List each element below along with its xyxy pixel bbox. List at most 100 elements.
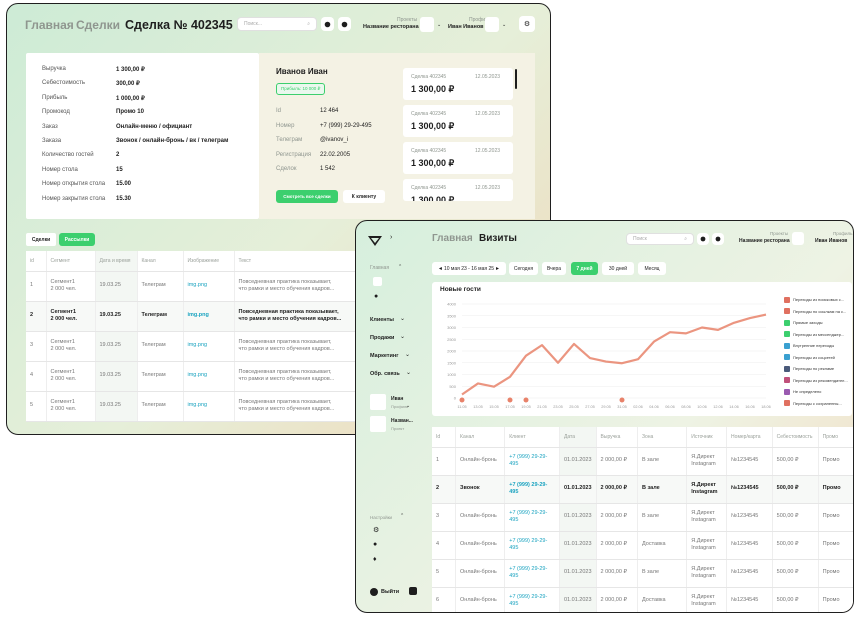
deal-card[interactable]: Сделка 402345 12.05.2023 1 300,00 ₽: [403, 142, 513, 174]
sidebar-item-feedback[interactable]: Обр. связь: [370, 371, 400, 377]
legend-checkbox[interactable]: [784, 296, 790, 303]
cell-client[interactable]: +7 (999) 29-29-495: [504, 531, 560, 560]
col-header[interactable]: Номер/карта: [726, 427, 773, 448]
chat-icon[interactable]: ●: [373, 541, 377, 548]
col-header[interactable]: id: [26, 251, 47, 272]
exit-button[interactable]: Выйти: [381, 589, 399, 595]
legend-checkbox[interactable]: [784, 388, 790, 395]
legend-item[interactable]: Переходы по рекламе: [784, 363, 853, 375]
sidebar-item-clients[interactable]: Клиенты: [370, 317, 394, 323]
profile-name[interactable]: Иван Иванов: [815, 238, 847, 244]
nav-home[interactable]: Главная: [432, 233, 473, 244]
theme-icon[interactable]: [697, 233, 709, 245]
chevron-up-icon[interactable]: ⌃: [398, 264, 402, 270]
table-row[interactable]: 1 Онлайн-бронь +7 (999) 29-29-495 01.01.202…: [432, 447, 853, 476]
settings-label[interactable]: Настройки: [370, 515, 392, 520]
chevron-down-icon[interactable]: ⌄: [406, 403, 410, 409]
legend-item[interactable]: Внутренние переходы: [784, 340, 853, 352]
col-header[interactable]: Изображение: [183, 251, 235, 272]
table-row[interactable]: 5 Сегмент1 2 000 чел. 19.03.25 Телеграм img.p…: [26, 391, 386, 422]
sidebar-item-main[interactable]: Главная: [370, 265, 389, 271]
deal-card[interactable]: Сделка 402345 12.05.2023 1 300,00 ₽: [403, 179, 513, 201]
deal-card[interactable]: Сделка 402345 12.05.2023 1 300,00 ₽: [403, 105, 513, 137]
period-30days[interactable]: 30 дней: [602, 262, 634, 275]
chevron-down-icon[interactable]: ⌄: [437, 22, 441, 28]
chevron-down-icon[interactable]: ⌄: [406, 369, 411, 376]
table-row[interactable]: 2 Сегмент1 2 000 чел. 19.03.25 Телеграм img.p…: [26, 301, 386, 332]
cell-image-link[interactable]: img.png: [183, 301, 235, 332]
legend-item[interactable]: Не определено: [784, 386, 853, 398]
sidebar-item-marketing[interactable]: Маркетинг: [370, 353, 399, 359]
moon-icon[interactable]: [338, 17, 351, 31]
chevron-down-icon[interactable]: ⌄: [400, 315, 405, 322]
cell-image-link[interactable]: img.png: [183, 271, 235, 302]
table-row[interactable]: 6 Онлайн-бронь +7 (999) 29-29-495 01.01.202…: [432, 587, 853, 612]
col-header[interactable]: Сегмент: [46, 251, 96, 272]
search-icon[interactable]: ●: [374, 293, 378, 300]
period-today[interactable]: Сегодня: [509, 262, 538, 275]
chevron-down-icon[interactable]: ⌄: [400, 333, 405, 340]
chevron-up-icon[interactable]: ⌃: [400, 513, 404, 519]
col-header[interactable]: Промо: [818, 427, 853, 448]
col-header[interactable]: Клиент: [504, 427, 560, 448]
theme-icon[interactable]: [321, 17, 334, 31]
col-header[interactable]: Выручка: [596, 427, 638, 448]
period-yesterday[interactable]: Вчера: [542, 262, 566, 275]
deal-card[interactable]: Сделка 402345 12.05.2023 1 300,00 ₽: [403, 68, 513, 100]
col-header[interactable]: Зона: [637, 427, 688, 448]
search-input[interactable]: Поиск... ⌕: [237, 17, 317, 31]
nav-home[interactable]: Главная: [25, 18, 74, 32]
cell-image-link[interactable]: img.png: [183, 391, 235, 422]
col-header[interactable]: Дата: [559, 427, 597, 448]
legend-item[interactable]: Переходы из мессенджер...: [784, 329, 853, 341]
col-header[interactable]: Канал: [455, 427, 506, 448]
event-marker[interactable]: [619, 397, 625, 403]
project-avatar[interactable]: [792, 232, 804, 245]
legend-checkbox[interactable]: [784, 377, 790, 384]
nav-deals[interactable]: Сделки: [76, 18, 120, 32]
cell-client[interactable]: +7 (999) 29-29-495: [504, 559, 560, 588]
moon-icon[interactable]: [712, 233, 724, 245]
message-icon[interactable]: [409, 587, 417, 595]
avatar[interactable]: [370, 394, 386, 410]
table-row[interactable]: 1 Сегмент1 2 000 чел. 19.03.25 Телеграм img.p…: [26, 271, 386, 302]
project-avatar[interactable]: [420, 17, 434, 32]
search-input[interactable]: Поиск ⌕: [626, 233, 694, 245]
profile-name[interactable]: Иван Иванов: [448, 24, 484, 30]
cell-client[interactable]: +7 (999) 29-29-495: [504, 447, 560, 476]
col-header[interactable]: Себестоимость: [772, 427, 819, 448]
gear-icon[interactable]: ⚙: [373, 526, 379, 534]
profile-avatar[interactable]: [485, 17, 499, 32]
project-name[interactable]: Название ресторана: [363, 24, 419, 30]
col-header[interactable]: Канал: [137, 251, 184, 272]
legend-checkbox[interactable]: [784, 365, 790, 372]
bell-icon[interactable]: ♦: [373, 556, 377, 563]
chevron-right-icon[interactable]: ›: [390, 234, 392, 241]
chevron-down-icon[interactable]: ⌄: [405, 351, 410, 358]
arrow-right-icon[interactable]: ▸: [496, 265, 499, 272]
event-marker[interactable]: [459, 397, 465, 403]
cell-image-link[interactable]: img.png: [183, 361, 235, 392]
all-deals-button[interactable]: Смотреть все сделки: [276, 190, 338, 203]
legend-checkbox[interactable]: [784, 331, 790, 338]
table-row[interactable]: 4 Сегмент1 2 000 чел. 19.03.25 Телеграм img.p…: [26, 361, 386, 392]
col-header[interactable]: Источник: [686, 427, 728, 448]
event-marker[interactable]: [507, 397, 513, 403]
table-row[interactable]: 3 Сегмент1 2 000 чел. 19.03.25 Телеграм img.p…: [26, 331, 386, 362]
col-header[interactable]: Id: [432, 427, 457, 448]
calendar-icon[interactable]: [373, 277, 382, 286]
project-avatar[interactable]: [370, 416, 386, 432]
legend-item[interactable]: Переходы по ссылкам на с...: [784, 306, 853, 318]
tab-mailing[interactable]: Рассылки: [59, 233, 95, 246]
cell-client[interactable]: +7 (999) 29-29-495: [504, 503, 560, 532]
legend-checkbox[interactable]: [784, 319, 790, 326]
table-row[interactable]: 5 Онлайн-бронь +7 (999) 29-29-495 01.01.202…: [432, 559, 853, 588]
cell-client[interactable]: +7 (999) 29-29-495: [504, 475, 560, 504]
table-row[interactable]: 2 Звонок +7 (999) 29-29-495 01.01.2023 2 000…: [432, 475, 853, 504]
col-header[interactable]: Дата и время: [95, 251, 138, 272]
legend-item[interactable]: Прямые заходы: [784, 317, 853, 329]
cell-client[interactable]: +7 (999) 29-29-495: [504, 587, 560, 612]
period-7days[interactable]: 7 дней: [571, 262, 598, 275]
legend-checkbox[interactable]: [784, 400, 790, 407]
legend-item[interactable]: Переходы из рекомендател...: [784, 375, 853, 387]
